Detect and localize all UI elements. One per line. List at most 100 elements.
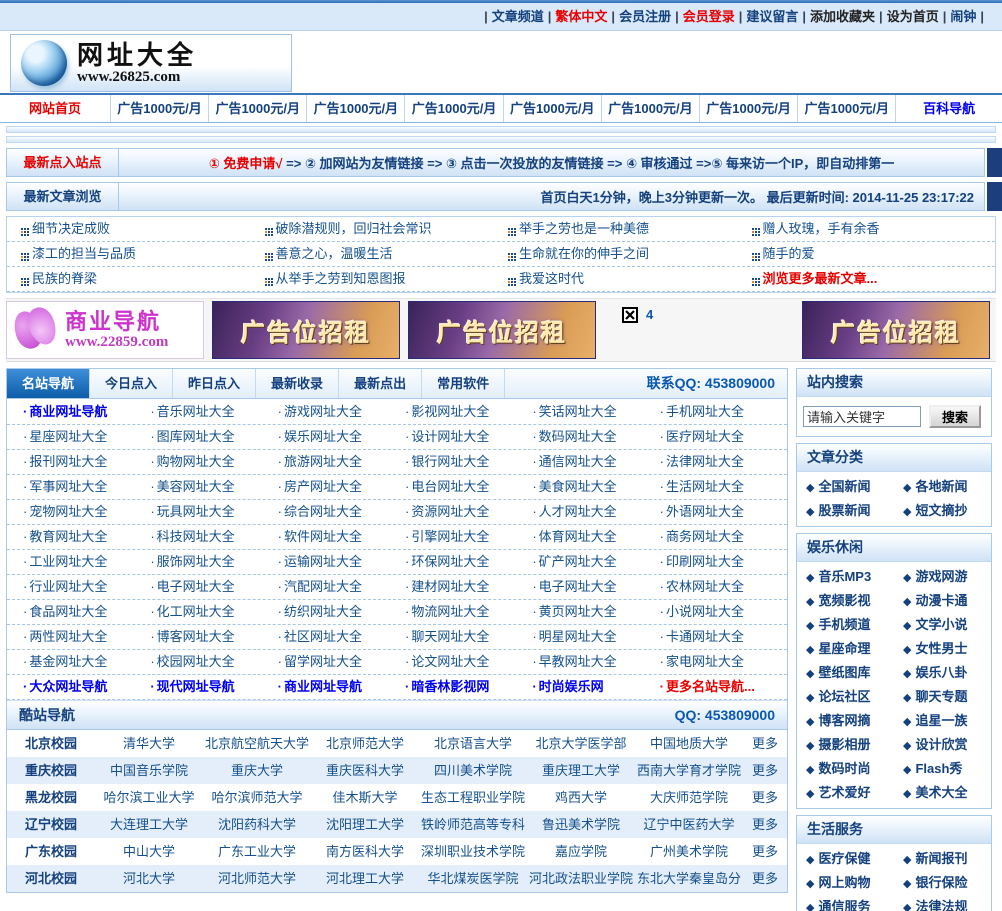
site-link[interactable]: · 化工网址大全 bbox=[150, 600, 277, 624]
site-link[interactable]: · 银行网址大全 bbox=[405, 450, 532, 474]
article-link[interactable]: 民族的脊梁 bbox=[21, 267, 265, 291]
school-link[interactable]: 大庆师范学院 bbox=[635, 784, 743, 811]
site-link[interactable]: · 科技网址大全 bbox=[150, 525, 277, 549]
sidebar-link[interactable]: ◆ 网上购物 bbox=[797, 871, 894, 895]
school-link[interactable]: 西南大学育才学院 bbox=[635, 757, 743, 784]
ad-banner-2[interactable]: 广告位招租 bbox=[408, 301, 596, 359]
article-link[interactable]: 举手之劳也是一种美德 bbox=[508, 217, 752, 241]
tab-最新收录[interactable]: 最新收录 bbox=[256, 369, 340, 398]
article-link[interactable]: 我爱这时代 bbox=[508, 267, 752, 291]
sidebar-link[interactable]: ◆ 新闻报刊 bbox=[894, 847, 991, 871]
school-link[interactable]: 辽宁中医药大学 bbox=[635, 811, 743, 838]
school-link[interactable]: 四川美术学院 bbox=[419, 757, 527, 784]
site-link[interactable]: · 通信网址大全 bbox=[532, 450, 659, 474]
school-more-link[interactable]: 更多 bbox=[743, 811, 787, 838]
school-link[interactable]: 重庆医科大学 bbox=[311, 757, 419, 784]
site-link[interactable]: · 电子网址大全 bbox=[150, 575, 277, 599]
sidebar-link[interactable]: ◆ 博客网摘 bbox=[797, 709, 894, 733]
site-link[interactable]: · 笑话网址大全 bbox=[532, 400, 659, 424]
site-link[interactable]: · 纺织网址大全 bbox=[278, 600, 405, 624]
site-link[interactable]: · 房产网址大全 bbox=[278, 475, 405, 499]
school-link[interactable]: 北京航空航天大学 bbox=[203, 730, 311, 757]
nav-item-6[interactable]: 广告1000元/月 bbox=[602, 95, 700, 122]
biz-nav-banner[interactable]: 商业导航 www.22859.com bbox=[6, 301, 204, 359]
tab-名站导航[interactable]: 名站导航 bbox=[7, 369, 91, 398]
site-link[interactable]: · 更多名站导航... bbox=[660, 675, 787, 699]
top-link-闹钟[interactable]: 闹钟 bbox=[950, 9, 976, 24]
sidebar-link[interactable]: ◆ 医疗保健 bbox=[797, 847, 894, 871]
nav-item-9[interactable]: 百科导航 bbox=[896, 95, 1002, 122]
top-link-设为首页[interactable]: 设为首页 bbox=[887, 9, 939, 24]
sidebar-link[interactable]: ◆ 宽频影视 bbox=[797, 589, 894, 613]
site-link[interactable]: · 基金网址大全 bbox=[23, 650, 150, 674]
site-link[interactable]: · 旅游网址大全 bbox=[278, 450, 405, 474]
site-link[interactable]: · 商业网址导航 bbox=[23, 400, 150, 424]
school-link[interactable]: 重庆大学 bbox=[203, 757, 311, 784]
school-link[interactable]: 中国地质大学 bbox=[635, 730, 743, 757]
site-link[interactable]: · 食品网址大全 bbox=[23, 600, 150, 624]
sidebar-link[interactable]: ◆ 动漫卡通 bbox=[894, 589, 991, 613]
site-link[interactable]: · 娱乐网址大全 bbox=[278, 425, 405, 449]
site-link[interactable]: · 物流网址大全 bbox=[405, 600, 532, 624]
tab-常用软件[interactable]: 常用软件 bbox=[422, 369, 506, 398]
site-link[interactable]: · 游戏网址大全 bbox=[278, 400, 405, 424]
school-link[interactable]: 鲁迅美术学院 bbox=[527, 811, 635, 838]
school-link[interactable]: 深圳职业技术学院 bbox=[419, 838, 527, 865]
nav-item-2[interactable]: 广告1000元/月 bbox=[209, 95, 308, 122]
sidebar-link[interactable]: ◆ 设计欣赏 bbox=[894, 733, 991, 757]
sidebar-link[interactable]: ◆ 美术大全 bbox=[894, 781, 991, 805]
site-link[interactable]: · 玩具网址大全 bbox=[150, 500, 277, 524]
school-link[interactable]: 嘉应学院 bbox=[527, 838, 635, 865]
site-link[interactable]: · 服饰网址大全 bbox=[150, 550, 277, 574]
site-link[interactable]: · 聊天网址大全 bbox=[405, 625, 532, 649]
school-link[interactable]: 南方医科大学 bbox=[311, 838, 419, 865]
school-link[interactable]: 东北大学秦皇岛分 bbox=[635, 865, 743, 892]
school-link[interactable]: 鸡西大学 bbox=[527, 784, 635, 811]
site-link[interactable]: · 卡通网址大全 bbox=[660, 625, 787, 649]
top-link-会员登录[interactable]: 会员登录 bbox=[683, 9, 735, 24]
site-link[interactable]: · 手机网址大全 bbox=[660, 400, 787, 424]
sidebar-link[interactable]: ◆ 摄影相册 bbox=[797, 733, 894, 757]
sidebar-link[interactable]: ◆ 法律法规 bbox=[894, 895, 991, 911]
sidebar-link[interactable]: ◆ 音乐MP3 bbox=[797, 565, 894, 589]
tab-今日点入[interactable]: 今日点入 bbox=[90, 369, 174, 398]
site-logo[interactable]: 网址大全 www.26825.com bbox=[10, 34, 292, 92]
site-link[interactable]: · 生活网址大全 bbox=[660, 475, 787, 499]
school-link[interactable]: 广东工业大学 bbox=[203, 838, 311, 865]
school-more-link[interactable]: 更多 bbox=[743, 757, 787, 784]
article-link[interactable]: 破除潜规则，回归社会常识 bbox=[264, 217, 509, 241]
top-link-会员注册[interactable]: 会员注册 bbox=[619, 9, 671, 24]
site-link[interactable]: · 法律网址大全 bbox=[660, 450, 787, 474]
site-link[interactable]: · 图库网址大全 bbox=[150, 425, 277, 449]
site-link[interactable]: · 设计网址大全 bbox=[405, 425, 532, 449]
site-link[interactable]: · 论文网址大全 bbox=[405, 650, 532, 674]
sidebar-link[interactable]: ◆ 艺术爱好 bbox=[797, 781, 894, 805]
nav-item-7[interactable]: 广告1000元/月 bbox=[700, 95, 799, 122]
school-more-link[interactable]: 更多 bbox=[743, 838, 787, 865]
site-link[interactable]: · 商务网址大全 bbox=[660, 525, 787, 549]
school-more-link[interactable]: 更多 bbox=[743, 784, 787, 811]
school-link[interactable]: 北京语言大学 bbox=[419, 730, 527, 757]
school-link[interactable]: 北京师范大学 bbox=[311, 730, 419, 757]
site-link[interactable]: · 综合网址大全 bbox=[278, 500, 405, 524]
search-input[interactable] bbox=[803, 406, 921, 427]
school-more-link[interactable]: 更多 bbox=[743, 865, 787, 892]
site-link[interactable]: · 博客网址大全 bbox=[150, 625, 277, 649]
site-link[interactable]: · 教育网址大全 bbox=[23, 525, 150, 549]
site-link[interactable]: · 印刷网址大全 bbox=[660, 550, 787, 574]
site-link[interactable]: · 报刊网址大全 bbox=[23, 450, 150, 474]
site-link[interactable]: · 军事网址大全 bbox=[23, 475, 150, 499]
site-link[interactable]: · 建材网址大全 bbox=[405, 575, 532, 599]
sidebar-link[interactable]: ◆ 文学小说 bbox=[894, 613, 991, 637]
article-link[interactable]: 善意之心，温暖生活 bbox=[264, 242, 509, 266]
school-link[interactable]: 沈阳药科大学 bbox=[203, 811, 311, 838]
sidebar-link[interactable]: ◆ 娱乐八卦 bbox=[894, 661, 991, 685]
article-link[interactable]: 漆工的担当与品质 bbox=[21, 242, 265, 266]
site-link[interactable]: · 大众网址导航 bbox=[23, 675, 150, 699]
site-link[interactable]: · 软件网址大全 bbox=[278, 525, 405, 549]
article-link[interactable]: 浏览更多最新文章... bbox=[751, 267, 996, 291]
site-link[interactable]: · 暗香林影视网 bbox=[405, 675, 532, 699]
school-link[interactable]: 河北师范大学 bbox=[203, 865, 311, 892]
broken-ad-count[interactable]: 4 bbox=[646, 307, 653, 322]
nav-item-5[interactable]: 广告1000元/月 bbox=[504, 95, 602, 122]
